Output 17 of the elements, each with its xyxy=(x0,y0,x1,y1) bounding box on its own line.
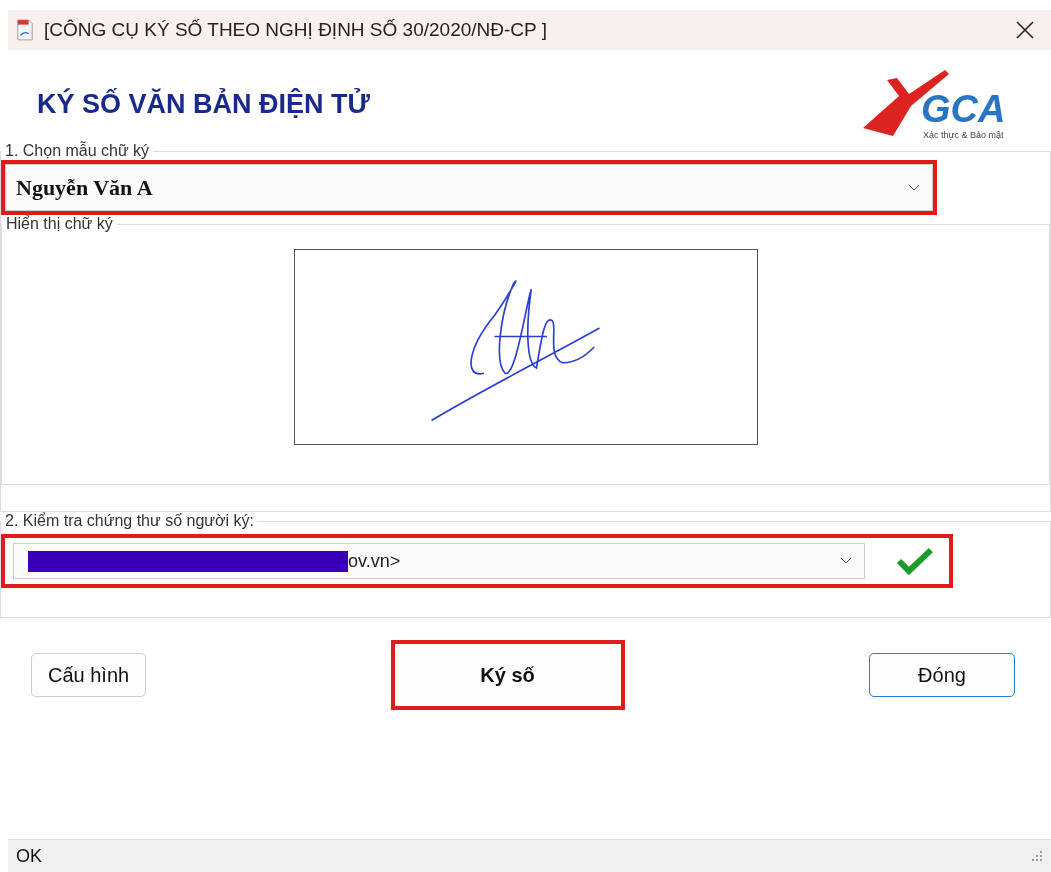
chevron-down-icon xyxy=(908,183,920,192)
document-icon xyxy=(16,19,34,41)
window-title: [CÔNG CỤ KÝ SỐ THEO NGHỊ ĐỊNH SỐ 30/2020/NĐ-CP ] xyxy=(44,19,548,41)
close-icon[interactable] xyxy=(1015,20,1035,40)
dialog-button[interactable]: Ký số xyxy=(390,640,625,710)
certificate-dropdown[interactable]: ov.vn> xyxy=(13,543,866,579)
group-legend: 1. Chọn mẫu chữ ký xyxy=(1,142,154,160)
status-text: OK xyxy=(16,845,42,867)
logo: GCA Xác thực & Bảo mật xyxy=(859,66,1039,142)
dialog-heading: KÝ SỐ VĂN BẢN ĐIỆN TỬ xyxy=(37,88,370,120)
signature-template-dropdown[interactable]: Nguyễn Văn A xyxy=(5,164,933,211)
chevron-down-icon xyxy=(840,557,853,565)
dialog-button[interactable]: Đóng xyxy=(869,653,1015,697)
group-legend: 2. Kiểm tra chứng thư số người ký: xyxy=(1,512,258,530)
resize-grip-icon xyxy=(1031,850,1043,862)
dialog-button[interactable]: Cấu hình xyxy=(31,653,147,697)
group-legend: Hiển thị chữ ký xyxy=(2,215,117,233)
